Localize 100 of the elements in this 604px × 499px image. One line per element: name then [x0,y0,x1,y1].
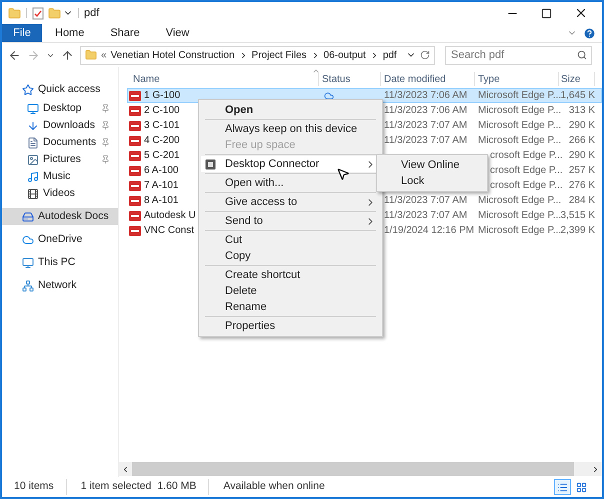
status-text: 10 items [14,479,67,495]
column-header[interactable]: Name [127,72,319,86]
size-cell: 276 K [568,180,595,191]
ribbon-tab[interactable]: View [152,24,202,42]
menu-item[interactable]: Cut [201,232,380,248]
type-cell: Microsoft Edge P... [478,105,562,116]
breadcrumb[interactable]: Venetian Hotel Construction [110,48,235,62]
size-cell: 313 K [568,105,595,116]
pdf-file-icon [129,166,141,176]
ribbon-tab[interactable]: Home [42,24,98,42]
menu-item[interactable]: Always keep on this device [201,121,380,137]
column-header[interactable]: Date modified [381,72,475,86]
help-icon[interactable] [583,26,596,40]
pdf-file-icon [129,150,141,160]
date-cell: 11/3/2023 7:06 AM [384,105,468,116]
mouse-pointer-icon [336,167,350,181]
file-tab[interactable]: File [2,24,42,42]
type-cell: Microsoft Edge P... [478,195,562,206]
overflow-chevrons[interactable]: « [101,48,107,62]
search-icon [577,50,587,60]
menu-item[interactable]: Give access to [201,194,380,210]
menu-item[interactable]: Lock [377,173,487,189]
nav-item[interactable]: Desktop [2,100,118,117]
close-icon[interactable] [574,6,588,20]
ribbon-tab[interactable]: Share [97,24,153,42]
nav-item[interactable]: This PC [2,254,118,271]
monitor-icon [27,102,39,114]
nav-item[interactable]: Quick access [2,81,118,98]
film-icon [27,188,39,200]
menu-item[interactable]: Open [201,102,380,118]
drive-icon [22,210,34,222]
window-title: pdf [84,6,100,21]
status-text: 1.60 MB [157,479,210,495]
type-cell: Microsoft Edge P... [478,120,562,131]
menu-item[interactable]: View Online [377,157,487,173]
nav-item[interactable]: Documents [2,134,118,151]
type-cell: Microsoft Edge P... [478,225,562,236]
nav-item[interactable]: Downloads [2,117,118,134]
monitor-icon [22,256,34,268]
menu-item[interactable]: Create shortcut [201,267,380,283]
menu-item[interactable]: Properties [201,318,380,334]
breadcrumb[interactable]: 06-output [324,48,366,62]
type-cell: Microsoft Edge P... [478,210,562,221]
column-header[interactable]: Status [319,72,381,86]
back-icon[interactable] [8,48,21,62]
size-cell: 266 K [568,135,595,146]
breadcrumb[interactable]: pdf [382,48,397,62]
details-view-button[interactable] [554,479,571,495]
scroll-left-icon[interactable] [121,464,130,474]
pdf-file-icon [129,106,141,116]
size-cell: 2,399 K [560,225,595,236]
pdf-file-icon [129,120,141,130]
nav-item[interactable]: OneDrive [2,231,118,248]
file-name: 6 A-100 [144,164,178,178]
file-name: 3 C-101 [144,119,180,133]
status-text: Available when online [223,479,325,494]
menu-item[interactable]: Copy [201,248,380,264]
cloud-icon [22,234,34,246]
folder-icon [85,49,97,61]
date-cell: 1/19/2024 12:16 PM [384,225,474,236]
download-icon [27,120,39,132]
size-cell: 3,515 K [560,210,595,221]
nav-item[interactable]: Autodesk Docs [2,208,118,225]
nav-item[interactable]: Pictures [2,151,118,168]
file-name: Autodesk U [144,209,196,223]
size-cell: 1,645 K [560,90,595,101]
nav-item[interactable]: Music [2,168,118,185]
menu-item[interactable]: Open with... [201,175,380,191]
breadcrumb[interactable]: Project Files [252,48,307,62]
pdf-file-icon [129,210,141,220]
refresh-icon[interactable] [420,50,430,60]
file-name: 7 A-101 [144,179,178,193]
scroll-right-icon[interactable] [591,464,600,474]
file-name: VNC Const [144,224,194,238]
date-cell: 11/3/2023 7:07 AM [384,210,468,221]
menu-item[interactable]: Delete [201,283,380,299]
status-text: 1 item selected [80,479,152,494]
type-cell: Microsoft Edge P... [478,90,562,101]
properties-icon[interactable] [32,6,44,20]
document-icon [27,136,39,148]
nav-item[interactable]: Videos [2,185,118,202]
pdf-file-icon [129,90,141,100]
address-field[interactable]: « Venetian Hotel Construction Project Files 06-output pdf [80,46,435,64]
column-header[interactable]: Size [559,72,595,86]
grid-icon [576,482,587,492]
column-header[interactable]: Type [475,72,559,86]
date-cell: 11/3/2023 7:07 AM [384,135,468,146]
image-icon [27,154,39,166]
size-cell: 290 K [568,150,595,161]
type-cell: crosoft Edge P... [490,165,563,176]
type-cell: Microsoft Edge P... [478,135,562,146]
up-icon[interactable] [61,48,74,62]
search-field[interactable]: Search pdf [445,46,592,64]
file-name: 5 C-201 [144,149,180,163]
menu-item[interactable]: Send to [201,213,380,229]
list-icon [557,482,568,492]
file-name: 1 G-100 [144,89,180,103]
maximize-icon[interactable] [541,8,552,18]
menu-item[interactable]: Rename [201,299,380,315]
nav-item[interactable]: Network [2,277,118,294]
